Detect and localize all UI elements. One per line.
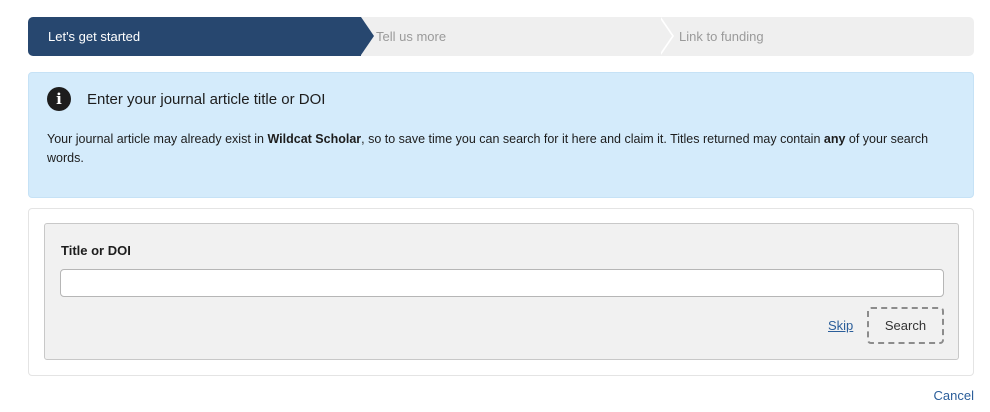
claim-article-page: Let's get started Tell us more Link to f… xyxy=(0,0,990,412)
skip-link[interactable]: Skip xyxy=(828,318,853,333)
info-text: , so to save time you can search for it … xyxy=(361,132,824,146)
info-body: Your journal article may already exist i… xyxy=(47,130,957,168)
repository-name: Wildcat Scholar xyxy=(267,132,362,146)
step-label: Link to funding xyxy=(679,29,764,44)
step-tell-us-more: Tell us more xyxy=(376,17,676,56)
title-doi-input[interactable] xyxy=(60,269,944,297)
info-panel: i Enter your journal article title or DO… xyxy=(28,72,974,198)
search-panel: Title or DOI Skip Search xyxy=(44,223,959,360)
step-label: Tell us more xyxy=(376,29,447,44)
cancel-link[interactable]: Cancel xyxy=(934,388,974,403)
info-text: Your journal article may already exist i… xyxy=(47,132,268,146)
info-heading: Enter your journal article title or DOI xyxy=(87,91,326,108)
title-doi-label: Title or DOI xyxy=(61,243,131,258)
info-circle-icon: i xyxy=(47,87,71,111)
emphasis-any: any xyxy=(823,132,846,146)
search-button[interactable]: Search xyxy=(867,307,944,344)
step-label: Let's get started xyxy=(48,29,141,44)
progress-steps: Let's get started Tell us more Link to f… xyxy=(28,17,974,56)
step-link-to-funding: Link to funding xyxy=(679,17,974,56)
step-lets-get-started: Let's get started xyxy=(28,17,374,56)
